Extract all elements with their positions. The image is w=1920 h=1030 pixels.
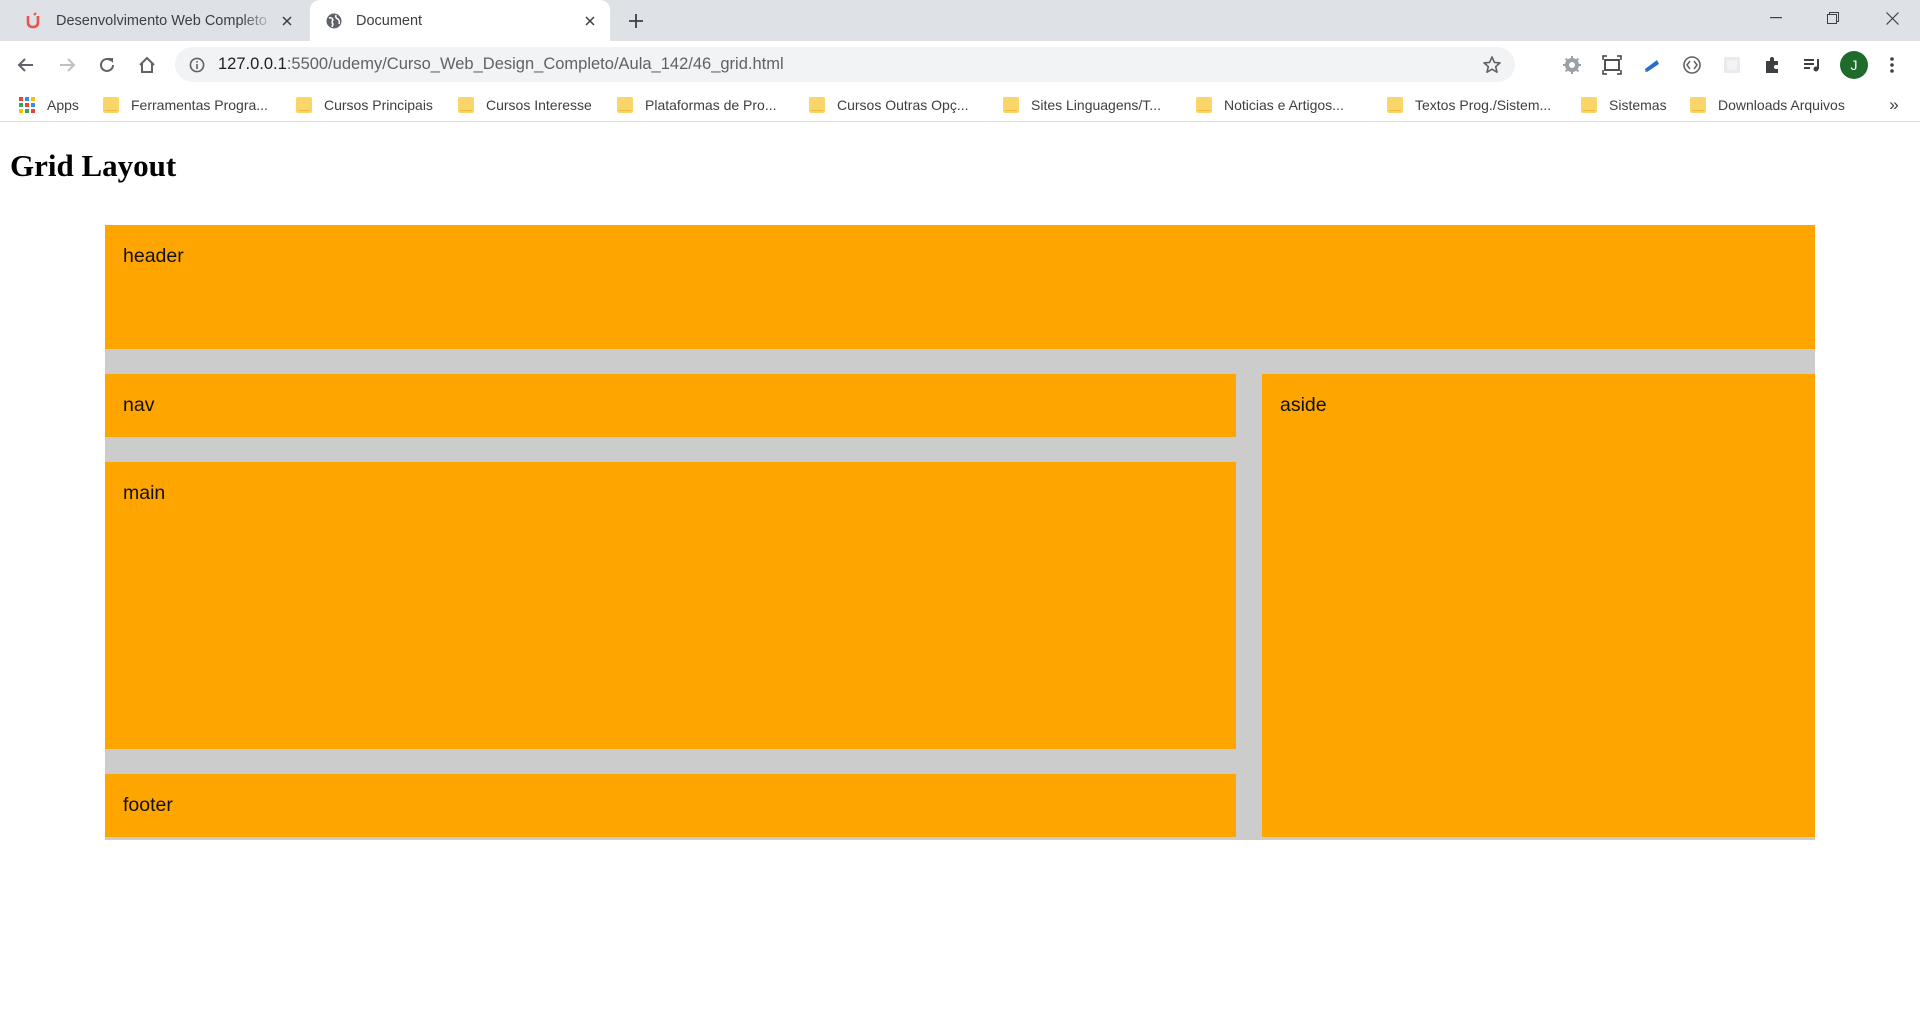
tab-desenvolvimento[interactable]: Desenvolvimento Web Completo	[0, 0, 307, 41]
minimize-icon[interactable]	[1748, 0, 1804, 36]
tab-title: Document	[356, 12, 423, 29]
bookmark-label: Sistemas	[1609, 96, 1667, 113]
back-arrow-icon[interactable]	[10, 49, 42, 81]
address-bar[interactable]: 127.0.0.1:5500/udemy/Curso_Web_Design_Co…	[175, 47, 1515, 82]
bookmark-label: Ferramentas Progra...	[131, 96, 268, 113]
bookmark-label: Plataformas de Pro...	[645, 96, 777, 113]
folder-icon	[1387, 96, 1403, 113]
restore-icon[interactable]	[1805, 0, 1861, 36]
bookmark-star-icon[interactable]	[1481, 54, 1503, 76]
folder-icon	[809, 96, 825, 113]
folder-icon	[103, 96, 119, 113]
site-info-icon[interactable]	[187, 55, 207, 75]
grid-nav: nav	[105, 374, 1236, 437]
bookmark-folder[interactable]: Downloads Arquivos	[1690, 88, 1845, 121]
extension-gear-icon[interactable]	[1560, 53, 1584, 77]
udemy-icon	[24, 11, 44, 31]
close-tab-icon[interactable]	[275, 9, 299, 33]
bookmark-label: Noticias e Artigos...	[1224, 96, 1344, 113]
folder-icon	[1196, 96, 1212, 113]
grid-main: main	[105, 462, 1236, 749]
apps-grid-icon	[19, 96, 35, 113]
grid-aside: aside	[1262, 374, 1815, 837]
url-path: :5500/udemy/Curso_Web_Design_Completo/Au…	[286, 55, 784, 73]
bookmarks-overflow-button[interactable]: »	[1882, 88, 1906, 121]
extension-blue-icon[interactable]	[1640, 53, 1664, 77]
bookmark-folder[interactable]: Sistemas	[1581, 88, 1667, 121]
bookmark-folder[interactable]: Cursos Principais	[296, 88, 433, 121]
bookmark-folder[interactable]: Textos Prog./Sistem...	[1387, 88, 1551, 121]
more-options-icon[interactable]	[1880, 53, 1904, 77]
folder-icon	[617, 96, 633, 113]
globe-icon	[324, 11, 344, 31]
url-host: 127.0.0.1	[218, 55, 287, 73]
bookmark-label: Cursos Interesse	[486, 96, 592, 113]
grid-header: header	[105, 225, 1815, 349]
page-content: Grid Layout header nav main footer aside	[0, 122, 1920, 1030]
bookmark-folder[interactable]: Sites Linguagens/T...	[1003, 88, 1161, 121]
folder-icon	[1581, 96, 1597, 113]
tab-title: Desenvolvimento Web Completo	[56, 12, 267, 29]
bookmark-label: Cursos Principais	[324, 96, 433, 113]
bookmark-folder[interactable]: Ferramentas Progra...	[103, 88, 268, 121]
bookmark-label: Apps	[47, 96, 79, 113]
folder-icon	[296, 96, 312, 113]
page-title: Grid Layout	[10, 148, 177, 183]
folder-icon	[458, 96, 474, 113]
url-text[interactable]: 127.0.0.1:5500/udemy/Curso_Web_Design_Co…	[218, 47, 784, 82]
browser-toolbar: 127.0.0.1:5500/udemy/Curso_Web_Design_Co…	[0, 41, 1920, 88]
bookmark-folder[interactable]: Cursos Interesse	[458, 88, 592, 121]
home-icon[interactable]	[131, 49, 163, 81]
reload-icon[interactable]	[91, 49, 123, 81]
profile-avatar[interactable]: J	[1840, 51, 1868, 79]
extension-placeholder-icon[interactable]	[1720, 53, 1744, 77]
folder-icon	[1690, 96, 1706, 113]
bookmark-apps[interactable]: Apps	[19, 88, 79, 121]
bookmark-label: Sites Linguagens/T...	[1031, 96, 1161, 113]
tab-strip: Desenvolvimento Web Completo Document	[0, 0, 1920, 41]
media-queue-icon[interactable]	[1800, 53, 1824, 77]
extensions-puzzle-icon[interactable]	[1760, 53, 1784, 77]
bookmark-label: Cursos Outras Opç...	[837, 96, 969, 113]
grid-footer: footer	[105, 774, 1236, 837]
bookmark-label: Downloads Arquivos	[1718, 96, 1845, 113]
forward-arrow-icon[interactable]	[51, 49, 83, 81]
code-extension-icon[interactable]	[1680, 53, 1704, 77]
bookmarks-bar: Apps Ferramentas Progra... Cursos Princi…	[0, 88, 1920, 122]
bookmark-folder[interactable]: Plataformas de Pro...	[617, 88, 777, 121]
close-window-icon[interactable]	[1864, 0, 1920, 36]
folder-icon	[1003, 96, 1019, 113]
bookmark-label: Textos Prog./Sistem...	[1415, 96, 1552, 113]
grid-container: header nav main footer aside	[105, 225, 1815, 840]
new-tab-button[interactable]	[622, 8, 650, 34]
close-tab-icon[interactable]	[578, 9, 602, 33]
tab-document[interactable]: Document	[310, 0, 610, 41]
bookmark-folder[interactable]: Cursos Outras Opç...	[809, 88, 968, 121]
bookmark-folder[interactable]: Noticias e Artigos...	[1196, 88, 1344, 121]
screen-capture-icon[interactable]	[1600, 53, 1624, 77]
